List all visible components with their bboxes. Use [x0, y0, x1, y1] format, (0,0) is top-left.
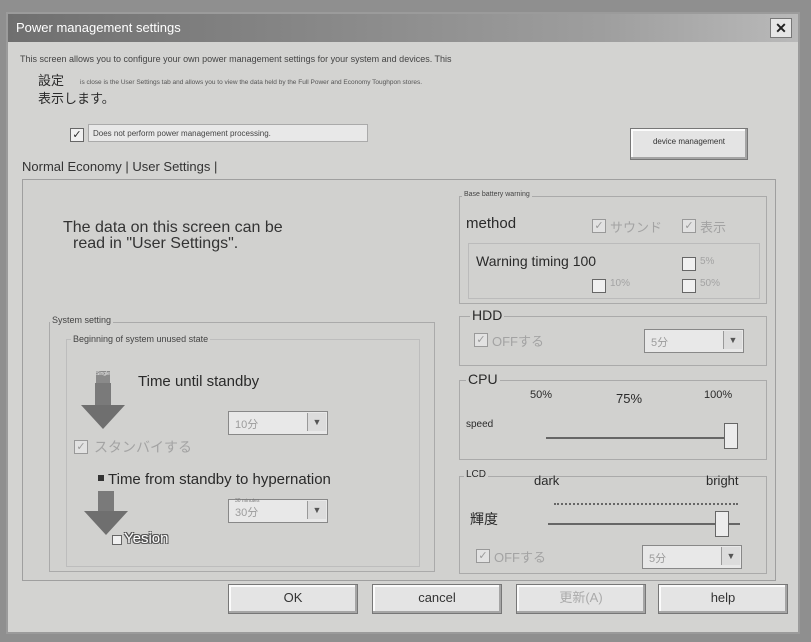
- hibernation-arrowhead-icon: [84, 511, 128, 535]
- chevron-down-icon: ▼: [721, 547, 740, 565]
- lcd-group: LCD dark bright 輝度 ✓ OFFする 5分 ▼: [459, 469, 767, 574]
- sound-label: サウンド: [610, 220, 663, 235]
- warning-timing-label: Warning timing 100: [476, 253, 597, 269]
- info-text-1: The data on this screen can be: [63, 219, 283, 236]
- info-text-2: read in "User Settings".: [73, 235, 239, 252]
- lcd-off-label: OFFする: [494, 550, 546, 565]
- power-settings-window: Power management settings ✕ This screen …: [6, 12, 800, 634]
- help-button[interactable]: help: [658, 584, 788, 614]
- chevron-down-icon: ▼: [723, 331, 742, 349]
- standby-check-label: スタンバイする: [94, 439, 192, 455]
- hdd-legend: HDD: [470, 307, 505, 323]
- cpu-group: CPU 50% 75% 100% speed: [459, 371, 767, 460]
- time-to-hibernation-label: Time from standby to hypernation: [108, 471, 331, 488]
- yesion-checkbox[interactable]: [112, 535, 122, 545]
- tab-separator: |: [214, 159, 218, 174]
- standby-icon: Single: [96, 371, 110, 383]
- standby-checkbox[interactable]: ✓: [74, 440, 88, 454]
- hdd-select-value: 5分: [651, 337, 669, 349]
- sound-checkbox[interactable]: ✓: [592, 219, 606, 233]
- cpu-legend: CPU: [466, 371, 500, 387]
- system-setting-group: System setting Beginning of system unuse…: [49, 315, 435, 572]
- cpu-tick-75: 75%: [616, 391, 643, 406]
- intro-line-1: This screen allows you to configure your…: [20, 54, 452, 64]
- hibernation-select-value: 30分: [235, 507, 259, 519]
- lcd-slider-track: [548, 523, 740, 525]
- lcd-tick-marks: [554, 503, 738, 507]
- device-management-button[interactable]: device management: [630, 128, 748, 160]
- warning-10-label: 10%: [610, 278, 631, 289]
- chevron-down-icon: ▼: [307, 501, 326, 519]
- cancel-button[interactable]: cancel: [372, 584, 502, 614]
- cpu-slider-track: [546, 437, 730, 439]
- warning-10-checkbox[interactable]: [592, 279, 606, 293]
- cpu-tick-100: 100%: [704, 389, 733, 401]
- battery-warning-legend: Base battery warning: [462, 191, 532, 198]
- hibernation-arrow-icon: [98, 491, 114, 513]
- lcd-dark-label: dark: [534, 473, 560, 488]
- apply-button[interactable]: 更新(A): [516, 584, 646, 614]
- lcd-slider-thumb[interactable]: [714, 511, 729, 537]
- time-until-standby-label: Time until standby: [138, 373, 260, 390]
- warning-timing-box: [468, 243, 760, 299]
- lcd-select[interactable]: 5分 ▼: [642, 545, 742, 569]
- standby-arrow-icon: [95, 383, 111, 405]
- hdd-off-label: OFFする: [492, 334, 544, 349]
- bullet-icon: [98, 475, 104, 481]
- tab-panel: The data on this screen can be read in "…: [22, 179, 776, 581]
- title-bar: Power management settings ✕: [8, 14, 798, 42]
- yesion-label: Yesion: [124, 530, 169, 547]
- hdd-select[interactable]: 5分 ▼: [644, 329, 744, 353]
- chevron-down-icon: ▼: [307, 413, 326, 431]
- tab-normal-economy[interactable]: Normal Economy: [22, 159, 122, 174]
- standby-select[interactable]: 10分 ▼: [228, 411, 328, 435]
- tab-separator: |: [125, 159, 129, 174]
- system-setting-legend: System setting: [50, 315, 114, 325]
- lcd-off-checkbox[interactable]: ✓: [476, 549, 490, 563]
- intro-jp-1: 設定: [38, 73, 65, 88]
- lcd-bright-label: bright: [706, 473, 739, 488]
- tab-user-settings[interactable]: User Settings: [132, 159, 210, 174]
- standby-select-value: 10分: [235, 419, 259, 431]
- intro-line-2: is close is the User Settings tab and al…: [80, 79, 423, 86]
- cpu-slider-thumb[interactable]: [724, 423, 738, 449]
- hdd-group: HDD ✓ OFFする 5分 ▼: [459, 307, 767, 366]
- warning-50-label: 50%: [700, 278, 721, 289]
- method-label: method: [466, 215, 517, 232]
- warning-50-checkbox[interactable]: [682, 279, 696, 293]
- cpu-speed-label: speed: [466, 419, 494, 430]
- no-pm-checkbox[interactable]: ✓: [70, 128, 84, 142]
- warning-5-label: 5%: [700, 256, 715, 267]
- ok-button[interactable]: OK: [228, 584, 358, 614]
- window-title: Power management settings: [16, 20, 181, 35]
- display-checkbox[interactable]: ✓: [682, 219, 696, 233]
- display-label: 表示: [700, 220, 727, 235]
- no-pm-label: Does not perform power management proces…: [88, 124, 368, 142]
- tab-strip: Normal Economy | User Settings |: [22, 159, 217, 174]
- lcd-brightness-label: 輝度: [470, 511, 498, 527]
- warning-5-checkbox[interactable]: [682, 257, 696, 271]
- unused-state-legend: Beginning of system unused state: [71, 334, 211, 344]
- battery-warning-group: Base battery warning method ✓ サウンド ✓ 表示 …: [459, 191, 767, 304]
- lcd-select-value: 5分: [649, 553, 667, 565]
- close-button[interactable]: ✕: [770, 18, 792, 38]
- hibernation-select[interactable]: 30 minutes 30分 ▼: [228, 498, 328, 523]
- intro-jp-2: 表示します。: [38, 91, 115, 106]
- standby-arrowhead-icon: [81, 405, 125, 429]
- hdd-off-checkbox[interactable]: ✓: [474, 333, 488, 347]
- cpu-tick-50: 50%: [530, 389, 553, 401]
- lcd-legend: LCD: [464, 469, 489, 480]
